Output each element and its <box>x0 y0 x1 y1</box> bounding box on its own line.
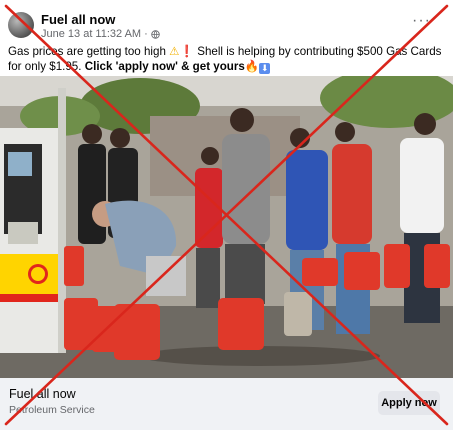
more-options-icon[interactable]: ··· <box>412 13 431 29</box>
apply-now-button[interactable]: Apply now <box>378 391 440 415</box>
ad-footer-title[interactable]: Fuel all now <box>9 387 76 401</box>
globe-icon <box>151 29 160 39</box>
ad-footer[interactable]: Fuel all now Petroleum Service Apply now <box>0 378 453 430</box>
page-avatar[interactable] <box>8 12 34 38</box>
down-arrow-icon: ⬇ <box>259 63 271 74</box>
gas-station-scene <box>0 76 453 378</box>
ad-footer-subtitle: Petroleum Service <box>9 404 95 416</box>
post-text: Gas prices are getting too high ⚠❗ Shell… <box>8 44 446 74</box>
post-text-cta: Click 'apply now' & get yours <box>84 60 245 73</box>
post-text-part1: Gas prices are getting too high <box>8 45 166 58</box>
post-meta: June 13 at 11:32 AM · <box>41 28 160 40</box>
page-name[interactable]: Fuel all now <box>41 12 115 27</box>
fire-icon: 🔥 <box>244 60 260 73</box>
ad-photo[interactable] <box>0 76 453 378</box>
warning-icon: ⚠ <box>169 45 180 58</box>
exclamation-icon: ❗ <box>179 45 194 58</box>
post-header: Fuel all now June 13 at 11:32 AM · ··· <box>8 10 445 44</box>
facebook-ad-post: Fuel all now June 13 at 11:32 AM · ··· G… <box>0 0 453 430</box>
post-timestamp[interactable]: June 13 at 11:32 AM <box>41 28 141 40</box>
meta-separator: · <box>144 28 148 40</box>
